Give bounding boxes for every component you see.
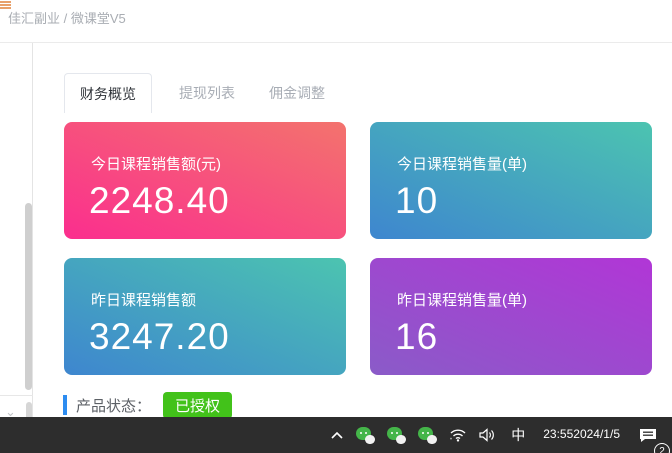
scrollbar-stub[interactable] xyxy=(26,402,32,417)
wechat-icon[interactable] xyxy=(350,417,381,453)
ime-indicator[interactable]: 中 xyxy=(503,417,533,453)
tab-finance-overview[interactable]: 财务概览 xyxy=(64,73,152,113)
wechat-icon[interactable] xyxy=(412,417,443,453)
sidebar-divider xyxy=(0,395,33,396)
top-bar: 佳汇副业 / 微课堂V5 xyxy=(0,0,672,43)
taskbar-clock[interactable]: 23:55 2024/1/5 xyxy=(533,417,630,453)
wechat-icon[interactable] xyxy=(381,417,412,453)
wifi-icon[interactable]: * xyxy=(443,417,473,453)
svg-text:*: * xyxy=(450,438,452,442)
tab-withdraw-list[interactable]: 提现列表 xyxy=(166,73,248,113)
stat-card-value: 3247.20 xyxy=(89,316,230,358)
stat-card-yesterday-sales-amount: 昨日课程销售额 3247.20 xyxy=(64,258,346,375)
stat-card-value: 2248.40 xyxy=(89,180,230,222)
clock-date: 2024/1/5 xyxy=(573,427,620,443)
authorized-badge: 已授权 xyxy=(163,392,232,419)
clock-time: 23:55 xyxy=(543,427,573,443)
tab-commission-adjust[interactable]: 佣金调整 xyxy=(256,73,338,113)
stat-card-today-sales-amount: 今日课程销售额(元) 2248.40 xyxy=(64,122,346,239)
breadcrumb[interactable]: 佳汇副业 / 微课堂V5 xyxy=(8,8,126,27)
product-status-row: 产品状态： 已授权 xyxy=(63,393,232,417)
stat-card-label: 昨日课程销售量(单) xyxy=(397,289,527,310)
desktop: 佳汇副业 / 微课堂V5 ⌄ 财务概览 提现列表 佣金调整 今日课程销售额(元)… xyxy=(0,0,672,453)
stat-card-value: 16 xyxy=(395,316,438,358)
stat-card-label: 今日课程销售额(元) xyxy=(91,153,221,174)
stat-card-value: 10 xyxy=(395,180,438,222)
hidden-icons-chevron-up-icon[interactable] xyxy=(324,417,350,453)
system-tray: * 中 23:55 2024/1/5 xyxy=(324,417,672,453)
left-sidebar: ⌄ xyxy=(0,43,33,417)
stat-card-today-sales-count: 今日课程销售量(单) 10 xyxy=(370,122,652,239)
taskbar: * 中 23:55 2024/1/5 xyxy=(0,417,672,453)
stat-card-label: 今日课程销售量(单) xyxy=(397,153,527,174)
stat-card-label: 昨日课程销售额 xyxy=(91,289,196,310)
product-status-label: 产品状态： xyxy=(76,395,151,416)
volume-icon[interactable] xyxy=(473,417,503,453)
notification-badge: 2 xyxy=(654,443,670,453)
action-center-icon[interactable]: 2 xyxy=(630,417,672,453)
stat-card-yesterday-sales-count: 昨日课程销售量(单) 16 xyxy=(370,258,652,375)
scrollbar-thumb[interactable] xyxy=(25,203,32,390)
accent-bar xyxy=(63,395,67,415)
